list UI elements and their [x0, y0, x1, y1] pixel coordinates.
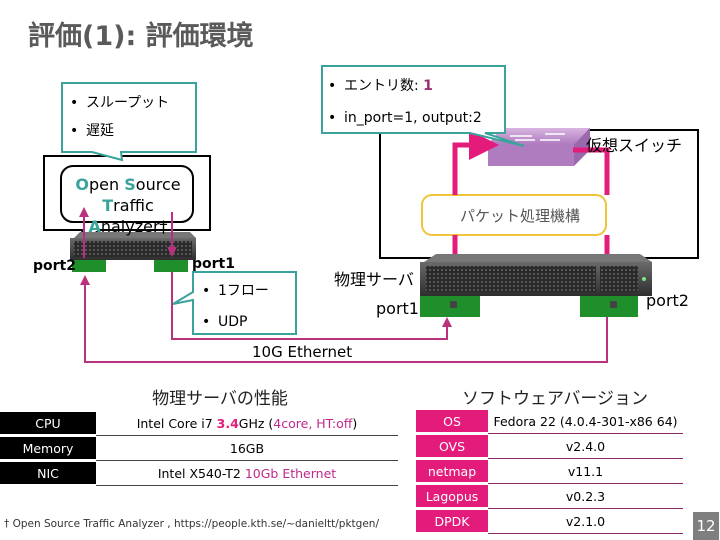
sw-key: netmap [416, 458, 488, 485]
hw-key: Memory [0, 435, 96, 462]
sw-value: Fedora 22 (4.0.4-301-x86 64) [488, 410, 683, 434]
traffic-item-protocol: • UDP [202, 314, 248, 330]
sw-value: v2.1.0 [488, 508, 683, 534]
tester-port1-label: port1 [192, 256, 235, 272]
hw-value: Intel X540-T2 10Gb Ethernet [96, 460, 398, 486]
table-row: DPDK v2.1.0 [416, 508, 683, 535]
table-row: CPU Intel Core i7 3.4GHz (4core, HT:off) [0, 412, 398, 437]
table-row: NIC Intel X540-T2 10Gb Ethernet [0, 460, 398, 487]
tester-port2-nic [72, 260, 106, 272]
sw-key: OVS [416, 433, 488, 460]
osta-label: Open Source Traffic Analyzer† [75, 175, 181, 236]
page-number: 12 [693, 512, 719, 540]
flow-entry-count: • エントリ数: 1 [328, 78, 433, 94]
footnote: † Open Source Traffic Analyzer , https:/… [4, 518, 379, 530]
physical-server-icon [420, 254, 652, 317]
virtual-switch-label: 仮想スイッチ [586, 136, 683, 155]
measure-item-latency: • 遅延 [70, 123, 114, 139]
table-row: Lagopus v0.2.3 [416, 483, 683, 510]
hw-key: CPU [0, 412, 96, 437]
hw-value: 16GB [96, 435, 398, 461]
tester-server-icon [70, 232, 196, 272]
sw-value: v2.4.0 [488, 433, 683, 459]
sw-key: DPDK [416, 508, 488, 535]
hw-key: NIC [0, 460, 96, 487]
server-port1-label: port1 [376, 299, 419, 318]
server-port2-label: port2 [646, 291, 689, 310]
hardware-spec-table: CPU Intel Core i7 3.4GHz (4core, HT:off)… [0, 412, 398, 487]
server-port2-nic [580, 296, 638, 317]
tester-port2-label: port2 [33, 258, 76, 274]
sw-key: OS [416, 410, 488, 435]
hw-value: Intel Core i7 3.4GHz (4core, HT:off) [96, 412, 398, 436]
table-row: Memory 16GB [0, 435, 398, 462]
table-row: OVS v2.4.0 [416, 433, 683, 460]
physical-server-label: 物理サーバ [334, 270, 414, 289]
packet-processing-label: パケット処理機構 [460, 207, 581, 225]
table-row: OS Fedora 22 (4.0.4-301-x86 64) [416, 410, 683, 435]
software-title: ソフトウェアバージョン [462, 389, 648, 409]
sw-key: Lagopus [416, 483, 488, 510]
table-row: netmap v11.1 [416, 458, 683, 485]
sw-value: v11.1 [488, 458, 683, 484]
traffic-item-flows: • 1フロー [202, 283, 269, 299]
tester-port1-nic [154, 260, 188, 272]
flow-entry-rule: • in_port=1, output:2 [328, 110, 482, 126]
hardware-title: 物理サーバの性能 [152, 389, 288, 409]
ethernet-link-label: 10G Ethernet [252, 343, 353, 361]
measure-item-throughput: • スループット [70, 95, 170, 111]
software-version-table: OS Fedora 22 (4.0.4-301-x86 64) OVS v2.4… [416, 410, 683, 535]
sw-value: v0.2.3 [488, 483, 683, 509]
